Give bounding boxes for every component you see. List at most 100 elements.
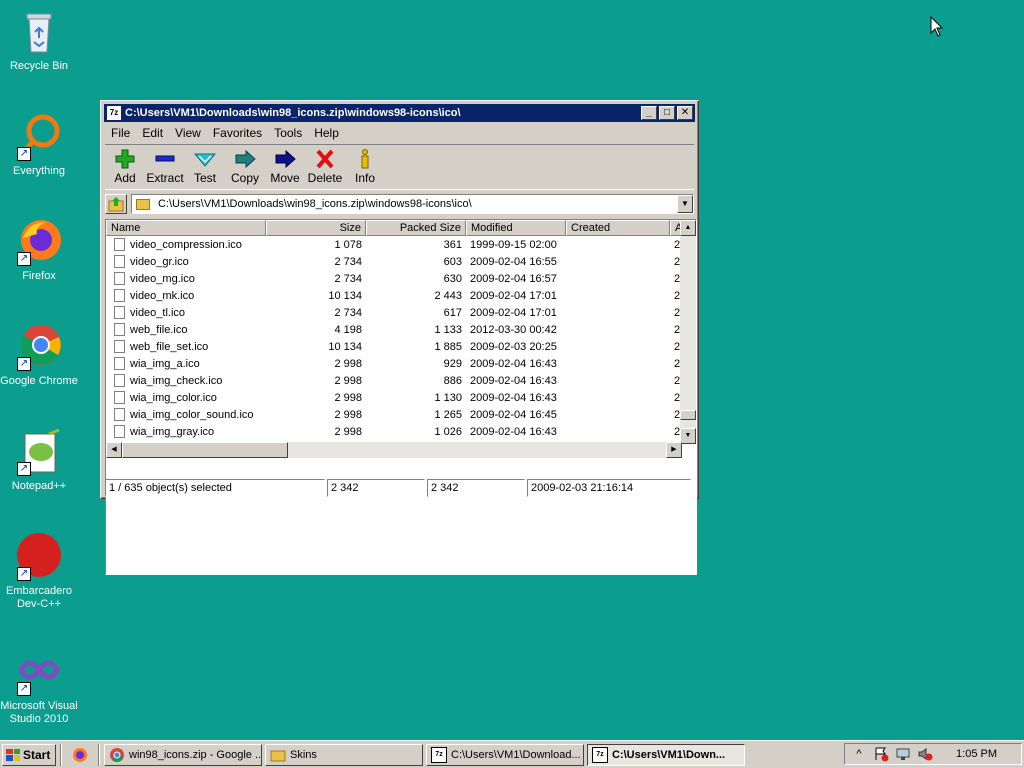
start-button[interactable]: Start <box>2 743 56 766</box>
up-folder-button[interactable] <box>105 194 127 214</box>
table-row[interactable]: wia_img_color_sound.ico 2 998 1 265 2009-02… <box>106 406 696 423</box>
cell-name: wia_img_a.ico <box>106 357 266 370</box>
cell-packed-size: 1 026 <box>434 425 462 438</box>
desktop-icon-label: Notepad++ <box>11 480 67 492</box>
horizontal-scrollbar[interactable]: ◀ ▶ <box>106 442 682 458</box>
delete-label: Delete <box>307 171 343 185</box>
cell-packed-size: 929 <box>443 357 462 370</box>
file-name: video_tl.ico <box>130 306 186 319</box>
column-header-created[interactable]: Created <box>566 220 670 236</box>
shortcut-arrow-icon: ↗ <box>17 567 31 581</box>
7zip-app-icon: 7z <box>107 106 121 120</box>
menu-file[interactable]: File <box>105 124 136 142</box>
copy-icon <box>233 148 257 170</box>
delete-button[interactable]: Delete <box>305 145 345 189</box>
column-header-modified[interactable]: Modified <box>466 220 566 236</box>
scroll-up-button[interactable]: ▲ <box>680 220 696 236</box>
file-name: video_compression.ico <box>130 238 242 251</box>
move-button[interactable]: Move <box>265 145 305 189</box>
menu-help[interactable]: Help <box>308 124 345 142</box>
column-header-name[interactable]: Name <box>106 220 266 236</box>
table-row[interactable]: video_mk.ico 10 134 2 443 2009-02-04 17:01 2 <box>106 287 696 304</box>
column-header-size[interactable]: Size <box>266 220 366 236</box>
column-header-packed-size[interactable]: Packed Size <box>366 220 466 236</box>
info-button[interactable]: Info <box>345 145 385 189</box>
desktop-icon-notepad-plus-plus[interactable]: ↗ Notepad++ <box>0 428 78 493</box>
tray-expand-icon[interactable]: ^ <box>851 746 867 762</box>
scroll-left-button[interactable]: ◀ <box>106 442 122 458</box>
menu-tools[interactable]: Tools <box>268 124 308 142</box>
cell-size: 10 134 <box>328 340 362 353</box>
cell-name: wia_img_gray.ico <box>106 425 266 438</box>
address-dropdown-button[interactable]: ▼ <box>677 195 693 213</box>
delete-icon <box>313 148 337 170</box>
file-name: web_file_set.ico <box>130 340 209 353</box>
cell-name: wia_img_color.ico <box>106 391 266 404</box>
taskbar: Start win98_icons.zip - Google ... Skins… <box>0 740 1024 768</box>
title-bar[interactable]: 7z C:\Users\VM1\Downloads\win98_icons.zi… <box>104 104 695 122</box>
table-row[interactable]: web_file_set.ico 10 134 1 885 2009-02-03 20… <box>106 338 696 355</box>
firefox-icon <box>73 747 87 762</box>
cell-name: video_tl.ico <box>106 306 266 319</box>
notepad-plus-plus-icon: ↗ <box>15 428 63 476</box>
cell-size: 2 734 <box>334 255 362 268</box>
table-row[interactable]: wia_img_gray.ico 2 998 1 026 2009-02-04 16:… <box>106 423 696 440</box>
close-button[interactable]: ✕ <box>677 106 693 120</box>
table-row[interactable]: video_mg.ico 2 734 630 2009-02-04 16:57 2 <box>106 270 696 287</box>
task-7zip-1[interactable]: 7z C:\Users\VM1\Download... <box>426 743 584 766</box>
maximize-button[interactable]: □ <box>659 106 675 120</box>
table-row[interactable]: wia_img_a.ico 2 998 929 2009-02-04 16:43 2 <box>106 355 696 372</box>
volume-muted-icon[interactable] <box>917 746 933 762</box>
desktop-icon-everything[interactable]: ↗ Everything <box>0 113 78 178</box>
scroll-right-button[interactable]: ▶ <box>666 442 682 458</box>
cell-size: 4 198 <box>334 323 362 336</box>
file-icon <box>114 306 125 319</box>
add-button[interactable]: Add <box>105 145 145 189</box>
file-name: video_mk.ico <box>130 289 195 302</box>
file-list-header: Name Size Packed Size Modified Created A <box>106 220 696 236</box>
menu-favorites[interactable]: Favorites <box>207 124 268 142</box>
vertical-scrollbar[interactable]: ▲ ▼ <box>680 220 696 444</box>
menu-edit[interactable]: Edit <box>136 124 169 142</box>
network-icon[interactable] <box>895 746 911 762</box>
table-row[interactable]: video_tl.ico 2 734 617 2009-02-04 17:01 2 <box>106 304 696 321</box>
vertical-scroll-thumb[interactable] <box>680 410 696 420</box>
minimize-button[interactable]: _ <box>641 106 657 120</box>
copy-button[interactable]: Copy <box>225 145 265 189</box>
task-skins-folder[interactable]: Skins <box>265 743 423 766</box>
firefox-quicklaunch[interactable] <box>72 747 88 763</box>
clock[interactable]: 1:05 PM <box>956 748 997 760</box>
7zip-icon: 7z <box>431 746 447 763</box>
cell-size: 2 998 <box>334 391 362 404</box>
mouse-cursor-icon <box>930 16 944 37</box>
add-label: Add <box>114 171 136 185</box>
desktop-icon-devcpp[interactable]: ↗ Embarcadero Dev-C++ <box>0 533 78 611</box>
task-label: C:\Users\VM1\Download... <box>451 748 581 761</box>
desktop-icon-visual-studio[interactable]: ↗ Microsoft Visual Studio 2010 <box>0 648 78 726</box>
extract-button[interactable]: Extract <box>145 145 185 189</box>
cell-packed-size: 2 443 <box>434 289 462 302</box>
table-row[interactable]: wia_img_color.ico 2 998 1 130 2009-02-04 16… <box>106 389 696 406</box>
scroll-down-button[interactable]: ▼ <box>680 428 696 444</box>
file-name: wia_img_check.ico <box>130 374 223 387</box>
action-center-icon[interactable] <box>873 746 889 762</box>
file-icon <box>114 357 125 370</box>
address-combobox[interactable]: C:\Users\VM1\Downloads\win98_icons.zip\w… <box>131 194 694 214</box>
table-row[interactable]: wia_img_check.ico 2 998 886 2009-02-04 16:4… <box>106 372 696 389</box>
desktop-icon-firefox[interactable]: ↗ Firefox <box>0 218 78 283</box>
desktop-icon-google-chrome[interactable]: ↗ Google Chrome <box>0 323 78 388</box>
table-row[interactable]: video_compression.ico 1 078 361 1999-09-15 … <box>106 236 696 253</box>
test-button[interactable]: Test <box>185 145 225 189</box>
table-row[interactable]: video_gr.ico 2 734 603 2009-02-04 16:55 2 <box>106 253 696 270</box>
menu-view[interactable]: View <box>169 124 207 142</box>
desktop-icon-recycle-bin[interactable]: Recycle Bin <box>0 8 78 73</box>
window-title: C:\Users\VM1\Downloads\win98_icons.zip\w… <box>125 107 461 119</box>
task-chrome[interactable]: win98_icons.zip - Google ... <box>104 743 262 766</box>
cell-packed-size: 361 <box>443 238 462 251</box>
desktop-icon-label: Embarcadero Dev-C++ <box>5 585 73 610</box>
cell-size: 2 998 <box>334 374 362 387</box>
cell-size: 10 134 <box>328 289 362 302</box>
table-row[interactable]: web_file.ico 4 198 1 133 2012-03-30 00:42 2 <box>106 321 696 338</box>
horizontal-scroll-thumb[interactable] <box>122 442 288 458</box>
task-7zip-2[interactable]: 7z C:\Users\VM1\Down... <box>587 743 745 766</box>
